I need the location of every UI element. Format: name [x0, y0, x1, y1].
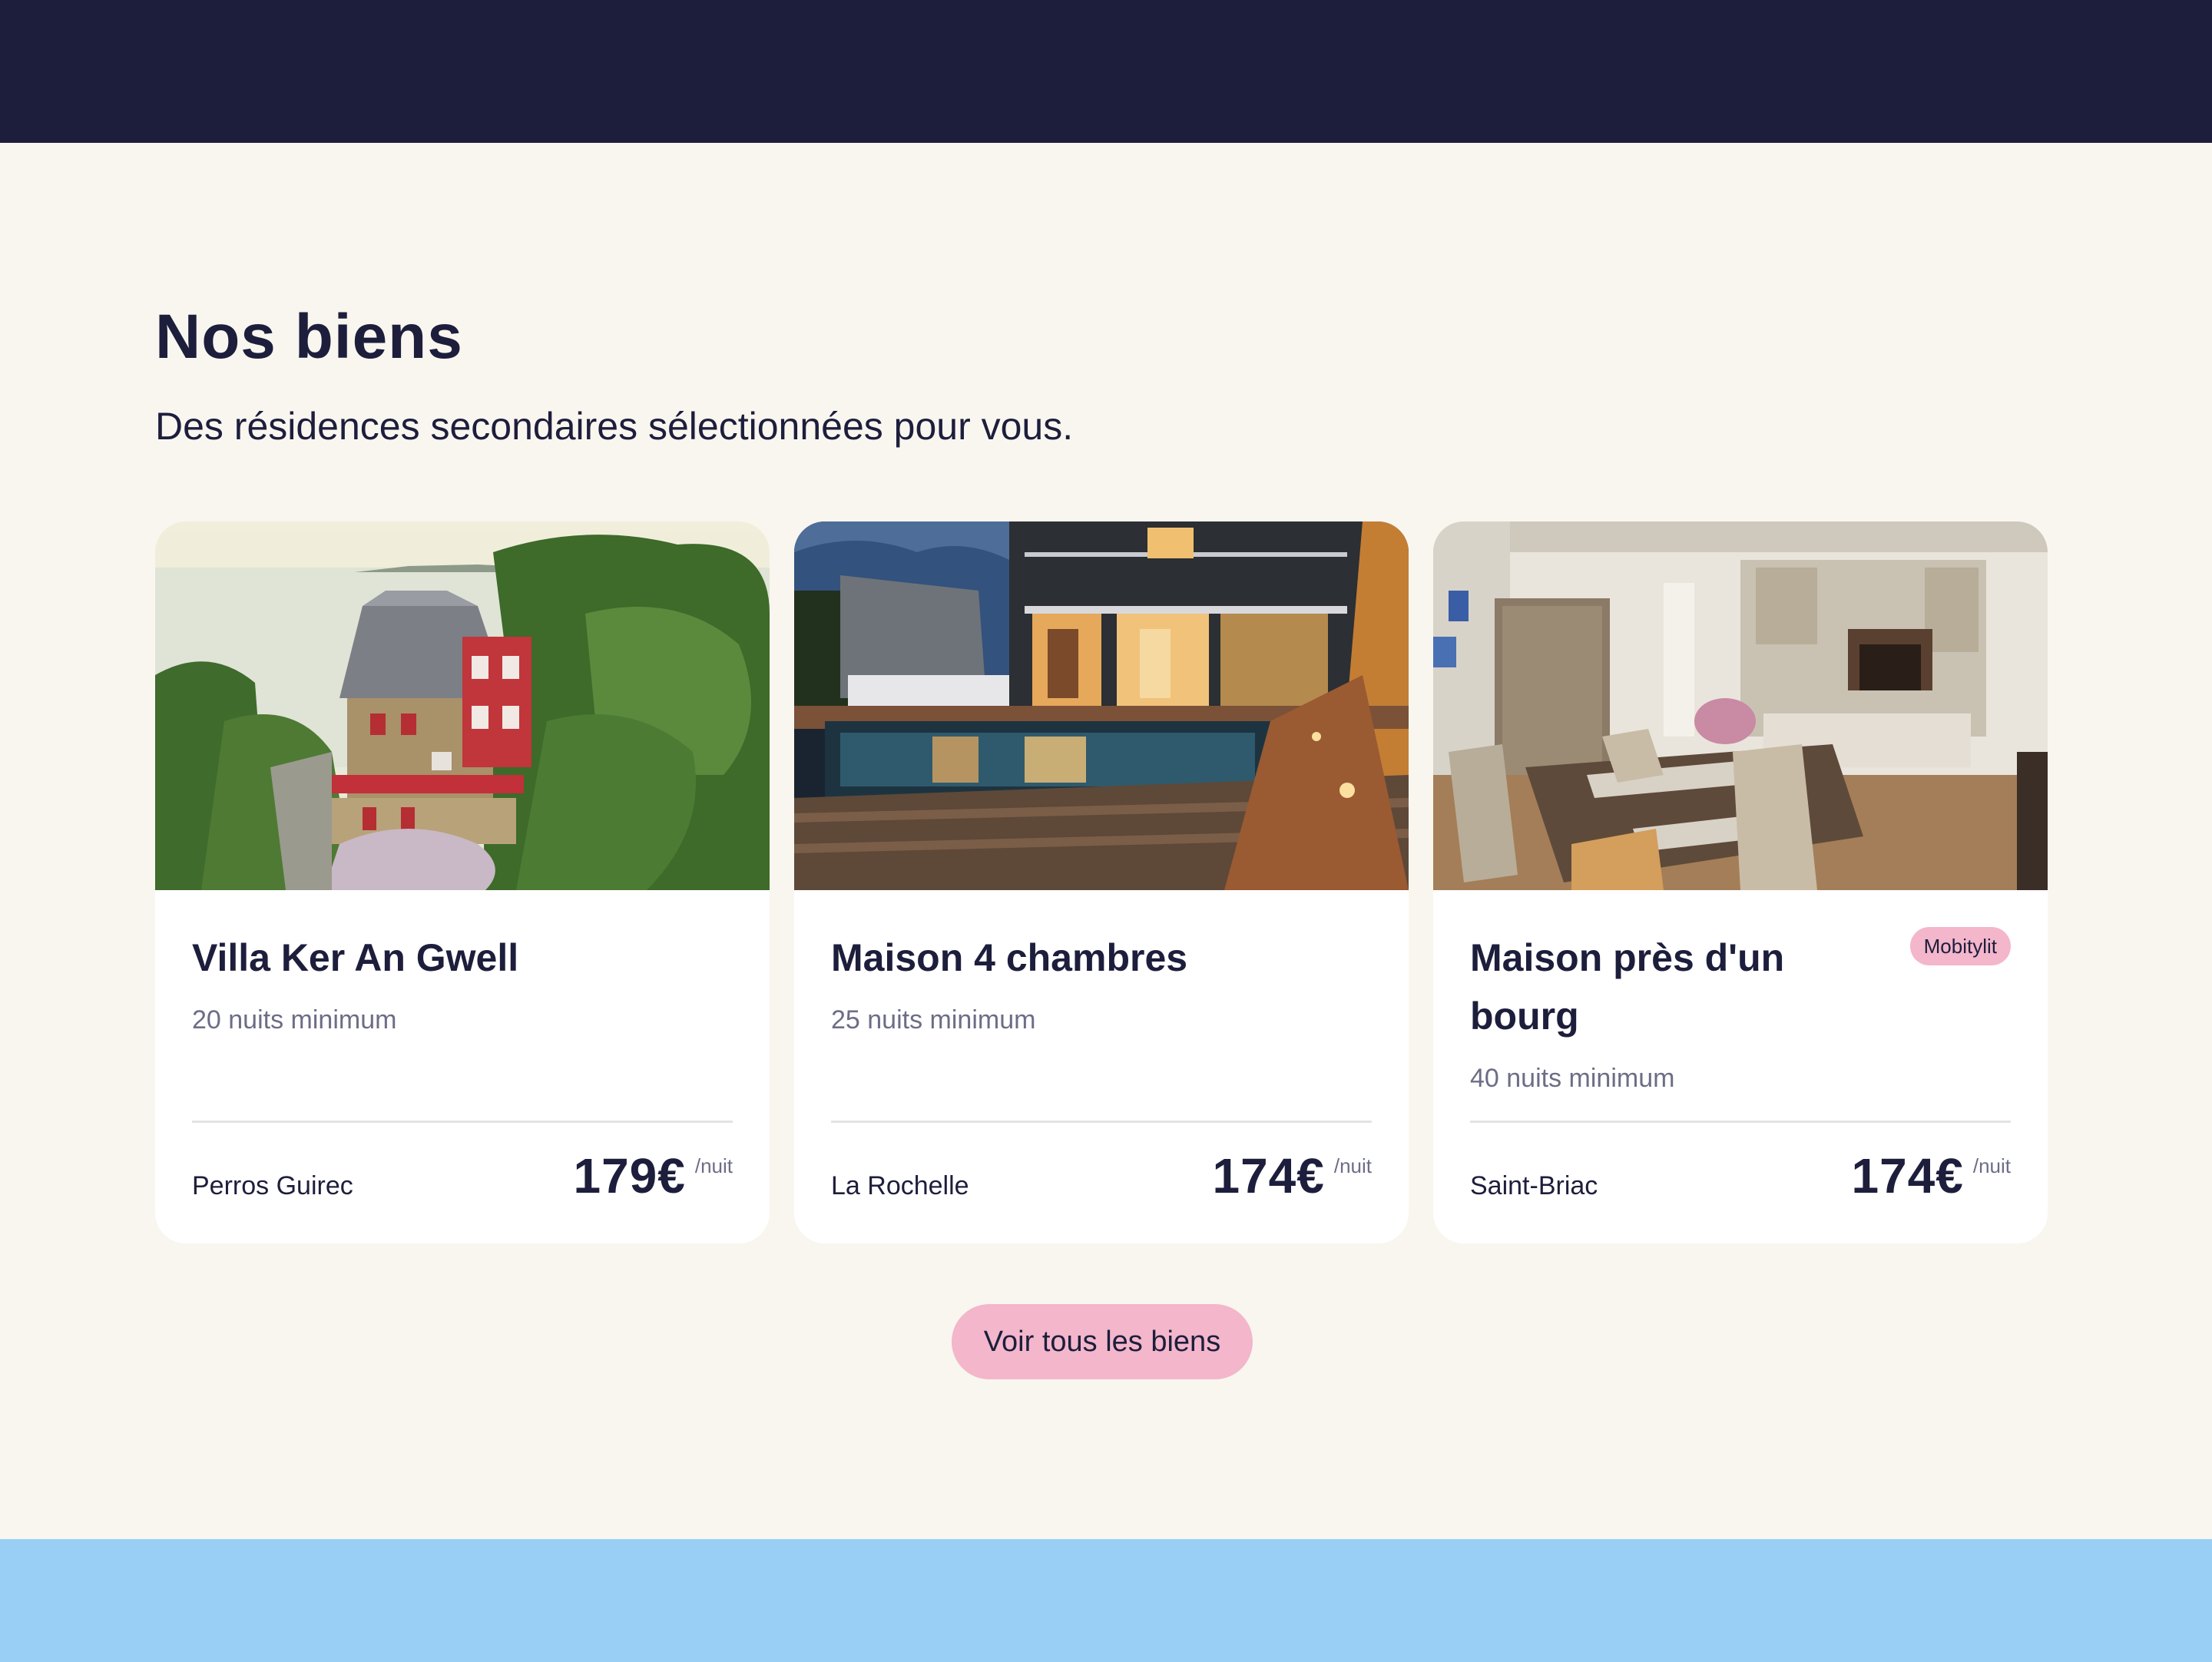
card-title[interactable]: Villa Ker An Gwell — [192, 929, 622, 987]
property-card-maison-pres-bourg[interactable]: Mobitylit Maison près d'un bourg 40 nuit… — [1433, 521, 2048, 1243]
property-photo-seaside-villa[interactable] — [155, 521, 770, 890]
price-value: 179€ — [573, 1148, 686, 1203]
property-card-list: Villa Ker An Gwell 20 nuits minimum Perr… — [155, 521, 2048, 1243]
price-block: 179€ /nuit — [573, 1151, 733, 1200]
location-label: Perros Guirec — [192, 1171, 353, 1200]
price-value: 174€ — [1851, 1148, 1964, 1203]
price-unit: /nuit — [694, 1154, 733, 1177]
card-divider — [192, 1121, 733, 1123]
card-body: Maison près d'un bourg 40 nuits minimum … — [1470, 890, 2011, 1243]
footer-band — [0, 1539, 2212, 1662]
card-body: Villa Ker An Gwell 20 nuits minimum Perr… — [192, 890, 733, 1243]
location-label: La Rochelle — [831, 1171, 969, 1200]
view-all-properties-button[interactable]: Voir tous les biens — [952, 1304, 1253, 1379]
property-card-villa-ker-an-gwell[interactable]: Villa Ker An Gwell 20 nuits minimum Perr… — [155, 521, 770, 1243]
card-divider — [831, 1121, 1372, 1123]
min-nights-label: 25 nuits minimum — [831, 1005, 1036, 1035]
property-photo-dining-room[interactable] — [1433, 521, 2048, 890]
card-title[interactable]: Maison 4 chambres — [831, 929, 1261, 987]
section-title: Nos biens — [155, 302, 463, 372]
section-subtitle: Des résidences secondaires sélectionnées… — [155, 405, 1074, 448]
properties-section: Nos biens Des résidences secondaires sél… — [155, 143, 2057, 1539]
property-photo-pool-house[interactable] — [794, 521, 1409, 890]
price-block: 174€ /nuit — [1212, 1151, 1372, 1200]
card-title[interactable]: Maison près d'un bourg — [1470, 929, 1900, 1045]
card-divider — [1470, 1121, 2011, 1123]
min-nights-label: 40 nuits minimum — [1470, 1064, 1675, 1093]
price-block: 174€ /nuit — [1851, 1151, 2011, 1200]
property-card-maison-4-chambres[interactable]: Maison 4 chambres 25 nuits minimum La Ro… — [794, 521, 1409, 1243]
price-value: 174€ — [1212, 1148, 1325, 1203]
card-body: Maison 4 chambres 25 nuits minimum La Ro… — [831, 890, 1372, 1243]
price-unit: /nuit — [1333, 1154, 1372, 1177]
location-label: Saint-Briac — [1470, 1171, 1598, 1200]
top-header-bar — [0, 0, 2212, 143]
min-nights-label: 20 nuits minimum — [192, 1005, 397, 1035]
price-unit: /nuit — [1972, 1154, 2011, 1177]
